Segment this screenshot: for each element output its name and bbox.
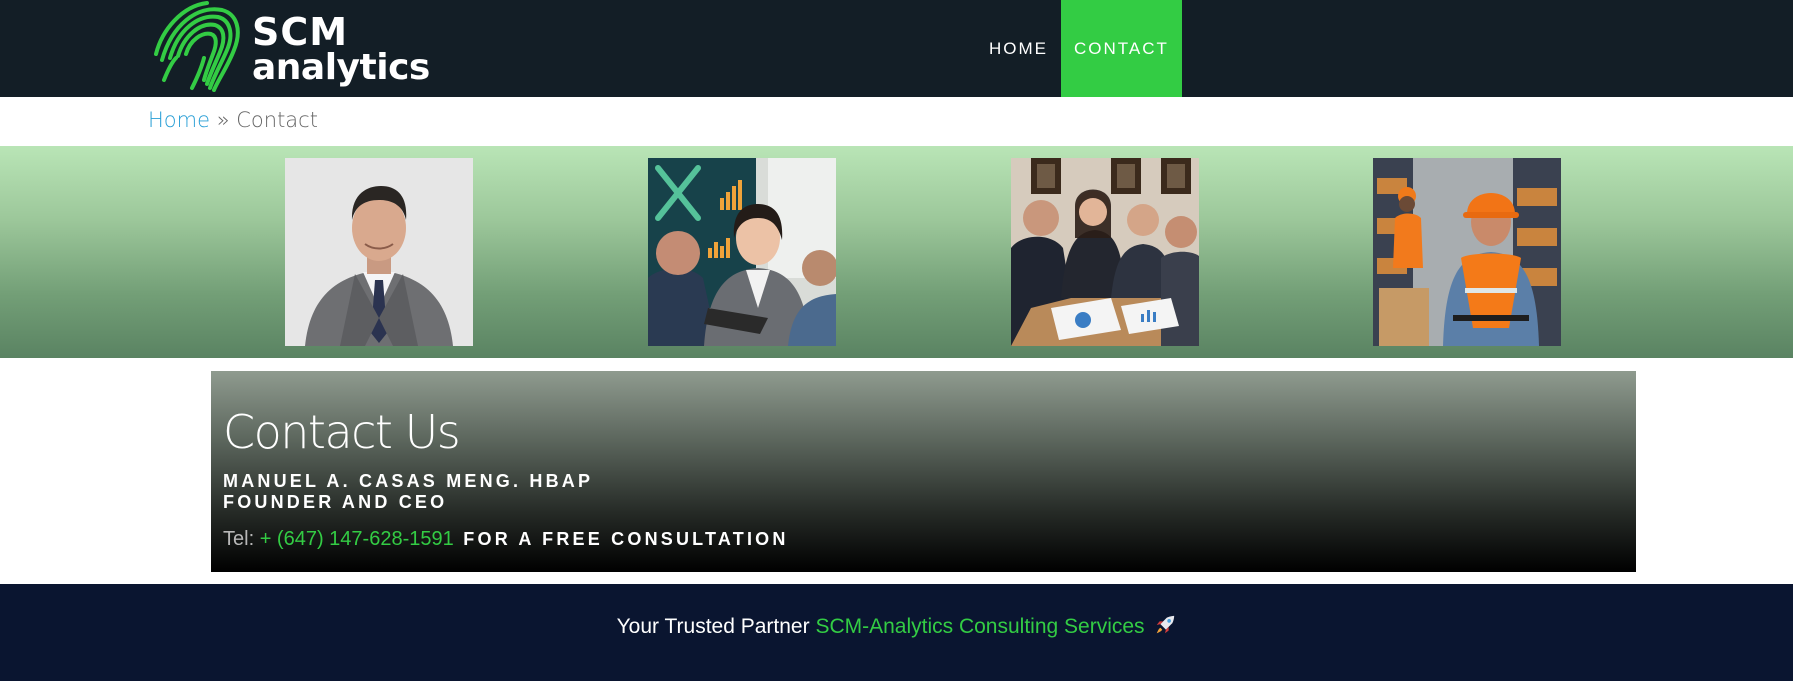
breadcrumb-separator: » (216, 108, 230, 132)
tel-number-link[interactable]: + (647) 147-628-1591 (260, 528, 454, 550)
breadcrumb-home-link[interactable]: Home (148, 108, 210, 132)
footer-prefix: Your Trusted Partner (616, 615, 810, 638)
gallery-image-team-meeting (648, 158, 836, 346)
fingerprint-swirl-icon (154, 1, 240, 92)
contact-panel: Contact Us MANUEL A. CASAS MENG. HBAP FO… (211, 371, 1636, 572)
main-nav: HOME CONTACT (976, 0, 1182, 97)
logo-line-1: SCM (252, 10, 349, 54)
site-footer: Your Trusted Partner SCM-Analytics Consu… (0, 584, 1793, 681)
contact-telephone: Tel: + (647) 147-628-1591 FOR A FREE CON… (223, 528, 789, 551)
gallery-image-warehouse (1373, 158, 1561, 346)
site-header: SCM analytics HOME CONTACT (0, 0, 1793, 97)
logo-text: SCM analytics (252, 10, 430, 88)
gallery-image-consultants (1011, 158, 1199, 346)
consultation-cta: FOR A FREE CONSULTATION (463, 529, 789, 549)
footer-brand-link[interactable]: SCM-Analytics Consulting Services (815, 615, 1144, 638)
contact-person-name: MANUEL A. CASAS MENG. HBAP (223, 471, 594, 491)
gallery-image-portrait (285, 158, 473, 346)
site-logo[interactable]: SCM analytics (152, 0, 430, 92)
contact-person-role: FOUNDER AND CEO (223, 492, 448, 512)
logo-line-2: analytics (252, 47, 430, 88)
rocket-icon (1157, 615, 1175, 634)
tel-label: Tel: (223, 528, 255, 550)
footer-tagline: Your Trusted Partner SCM-Analytics Consu… (0, 614, 1793, 639)
breadcrumb-current: Contact (236, 108, 318, 132)
nav-contact[interactable]: CONTACT (1061, 0, 1182, 97)
image-gallery-band (0, 146, 1793, 358)
nav-home[interactable]: HOME (976, 0, 1061, 97)
contact-title: Contact Us (223, 405, 461, 459)
breadcrumb: Home » Contact (148, 108, 318, 132)
